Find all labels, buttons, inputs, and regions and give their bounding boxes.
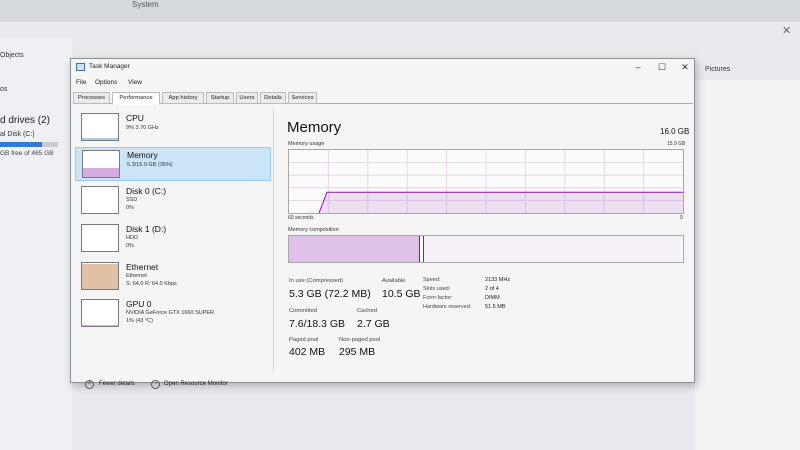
page-title: Memory (287, 119, 342, 136)
non-paged-pool-value: 295 MB (339, 346, 376, 358)
sidebar-item-name: Disk 0 (C:) (126, 186, 167, 196)
window-title: Task Manager (89, 63, 130, 70)
form-factor-value: DIMM (485, 295, 500, 301)
explorer-titlebar (0, 0, 800, 22)
menu-file[interactable]: File (76, 79, 86, 86)
titlebar: Task Manager – ☐ ✕ (71, 59, 694, 76)
memory-thumbnail-graph (82, 150, 120, 178)
performance-sidebar: CPU 9% 3.70 GHz Memory 5.3/15.9 GB (35%)… (75, 109, 271, 359)
close-button[interactable]: ✕ (674, 60, 696, 74)
footer: ˄ Fewer details ◔ Open Resource Monitor (85, 379, 385, 391)
menu-bar: File Options View (71, 77, 694, 90)
in-use-value: 5.3 GB (72.2 MB) (289, 288, 371, 300)
task-manager-icon (76, 63, 85, 71)
hardware-reserved-value: 51.5 MB (485, 304, 506, 310)
sidebar-item-name: Ethernet (126, 262, 159, 272)
ethernet-thumbnail-graph (81, 262, 119, 290)
gpu-thumbnail-graph (81, 299, 119, 327)
tab-bar: Processes Performance App history Startu… (73, 92, 693, 105)
memory-total: 16.0 GB (660, 127, 690, 136)
disk-free-text: GB free of 465 GB (0, 150, 54, 157)
in-use-label: In use (Compressed) (289, 278, 344, 284)
tab-users[interactable]: Users (236, 92, 258, 104)
graph-time-label: 60 seconds (288, 215, 314, 221)
sidebar-item-name: CPU (126, 113, 144, 123)
maximize-button[interactable]: ☐ (651, 60, 673, 74)
explorer-nav-pane (0, 38, 72, 450)
panel-divider[interactable] (273, 109, 274, 371)
local-disk-label[interactable]: al Disk (C:) (0, 131, 35, 138)
sidebar-item-cpu[interactable]: CPU 9% 3.70 GHz (75, 111, 271, 145)
tab-performance[interactable]: Performance (112, 92, 160, 105)
sidebar-item-gpu-0[interactable]: GPU 0 NVIDIA GeForce GTX 1660 SUPER 1% (… (75, 297, 271, 331)
graph-min-label: 0 (680, 215, 683, 221)
sidebar-item-detail: HDD (126, 235, 138, 241)
nav-item-objects[interactable]: Objects (0, 52, 24, 59)
committed-value: 7.6/18.3 GB (289, 318, 346, 330)
tab-services[interactable]: Services (288, 92, 317, 104)
cached-label: Cached (357, 308, 377, 314)
disk-usage-bar (0, 142, 58, 147)
sidebar-item-name: Disk 1 (D:) (126, 224, 167, 234)
slots-used-value: 2 of 4 (485, 286, 499, 292)
sidebar-item-detail: 5.3/15.9 GB (35%) (127, 162, 173, 168)
composition-in-use-segment (289, 236, 420, 262)
resource-monitor-icon[interactable]: ◔ (151, 380, 160, 389)
disk1-thumbnail-graph (81, 224, 119, 252)
sidebar-item-name: GPU 0 (126, 299, 152, 309)
tab-startup[interactable]: Startup (206, 92, 234, 104)
sidebar-item-detail: Ethernet (126, 273, 147, 279)
tab-details[interactable]: Details (260, 92, 286, 104)
speed-label: Speed: (423, 277, 441, 283)
menu-options[interactable]: Options (95, 79, 117, 86)
pictures-folder-label[interactable]: Pictures (705, 66, 730, 73)
composition-standby-segment (422, 236, 681, 262)
sidebar-item-usage: 0% (126, 205, 134, 211)
available-label: Available (382, 278, 406, 284)
memory-composition-bar (288, 235, 684, 263)
sidebar-item-throughput: S: 64.0 R: 64.0 Kbps (126, 281, 177, 287)
minimize-button[interactable]: – (627, 60, 649, 74)
memory-usage-graph (288, 149, 684, 214)
non-paged-pool-label: Non-paged pool (339, 337, 381, 343)
sidebar-item-detail: NVIDIA GeForce GTX 1660 SUPER (126, 310, 215, 316)
graph-max-label: 15.9 GB (667, 141, 686, 147)
sidebar-item-detail: 9% 3.70 GHz (126, 125, 159, 131)
tab-processes[interactable]: Processes (73, 92, 110, 104)
explorer-top-label: System (132, 0, 159, 9)
composition-label: Memory composition (288, 227, 339, 233)
sidebar-item-disk-0[interactable]: Disk 0 (C:) SSD 0% (75, 184, 271, 218)
paged-pool-label: Paged pool (289, 337, 319, 343)
tab-app-history[interactable]: App history (162, 92, 204, 104)
graph-label: Memory usage (288, 141, 325, 147)
open-resource-monitor-link[interactable]: Open Resource Monitor (164, 381, 228, 387)
memory-usage-area (319, 192, 683, 213)
cpu-thumbnail-graph (81, 113, 119, 141)
fewer-details-link[interactable]: Fewer details (99, 381, 135, 387)
committed-label: Committed (289, 308, 318, 314)
sidebar-item-usage: 0% (126, 243, 134, 249)
task-manager-window: Task Manager – ☐ ✕ File Options View Pro… (70, 58, 695, 389)
form-factor-label: Form factor: (423, 295, 453, 301)
sidebar-item-disk-1[interactable]: Disk 1 (D:) HDD 0% (75, 222, 271, 256)
explorer-right-pane (695, 80, 800, 450)
drives-header: d drives (2) (0, 115, 51, 126)
available-value: 10.5 GB (382, 288, 421, 300)
explorer-close-icon[interactable]: ✕ (782, 24, 791, 37)
sidebar-item-ethernet[interactable]: Ethernet Ethernet S: 64.0 R: 64.0 Kbps (75, 260, 271, 294)
hardware-reserved-label: Hardware reserved: (423, 304, 472, 310)
disk0-thumbnail-graph (81, 186, 119, 214)
cached-value: 2.7 GB (357, 318, 390, 330)
sidebar-item-usage: 1% (43 °C) (126, 318, 153, 324)
menu-view[interactable]: View (128, 79, 142, 86)
memory-usage-plot (289, 150, 683, 213)
sidebar-item-name: Memory (127, 150, 158, 160)
chevron-up-icon[interactable]: ˄ (85, 380, 94, 389)
speed-value: 2133 MHz (485, 277, 511, 283)
sidebar-item-memory[interactable]: Memory 5.3/15.9 GB (35%) (75, 147, 271, 181)
sidebar-item-detail: SSD (126, 197, 138, 203)
slots-used-label: Slots used: (423, 286, 451, 292)
nav-item-os[interactable]: os (0, 86, 7, 93)
paged-pool-value: 402 MB (289, 346, 326, 358)
